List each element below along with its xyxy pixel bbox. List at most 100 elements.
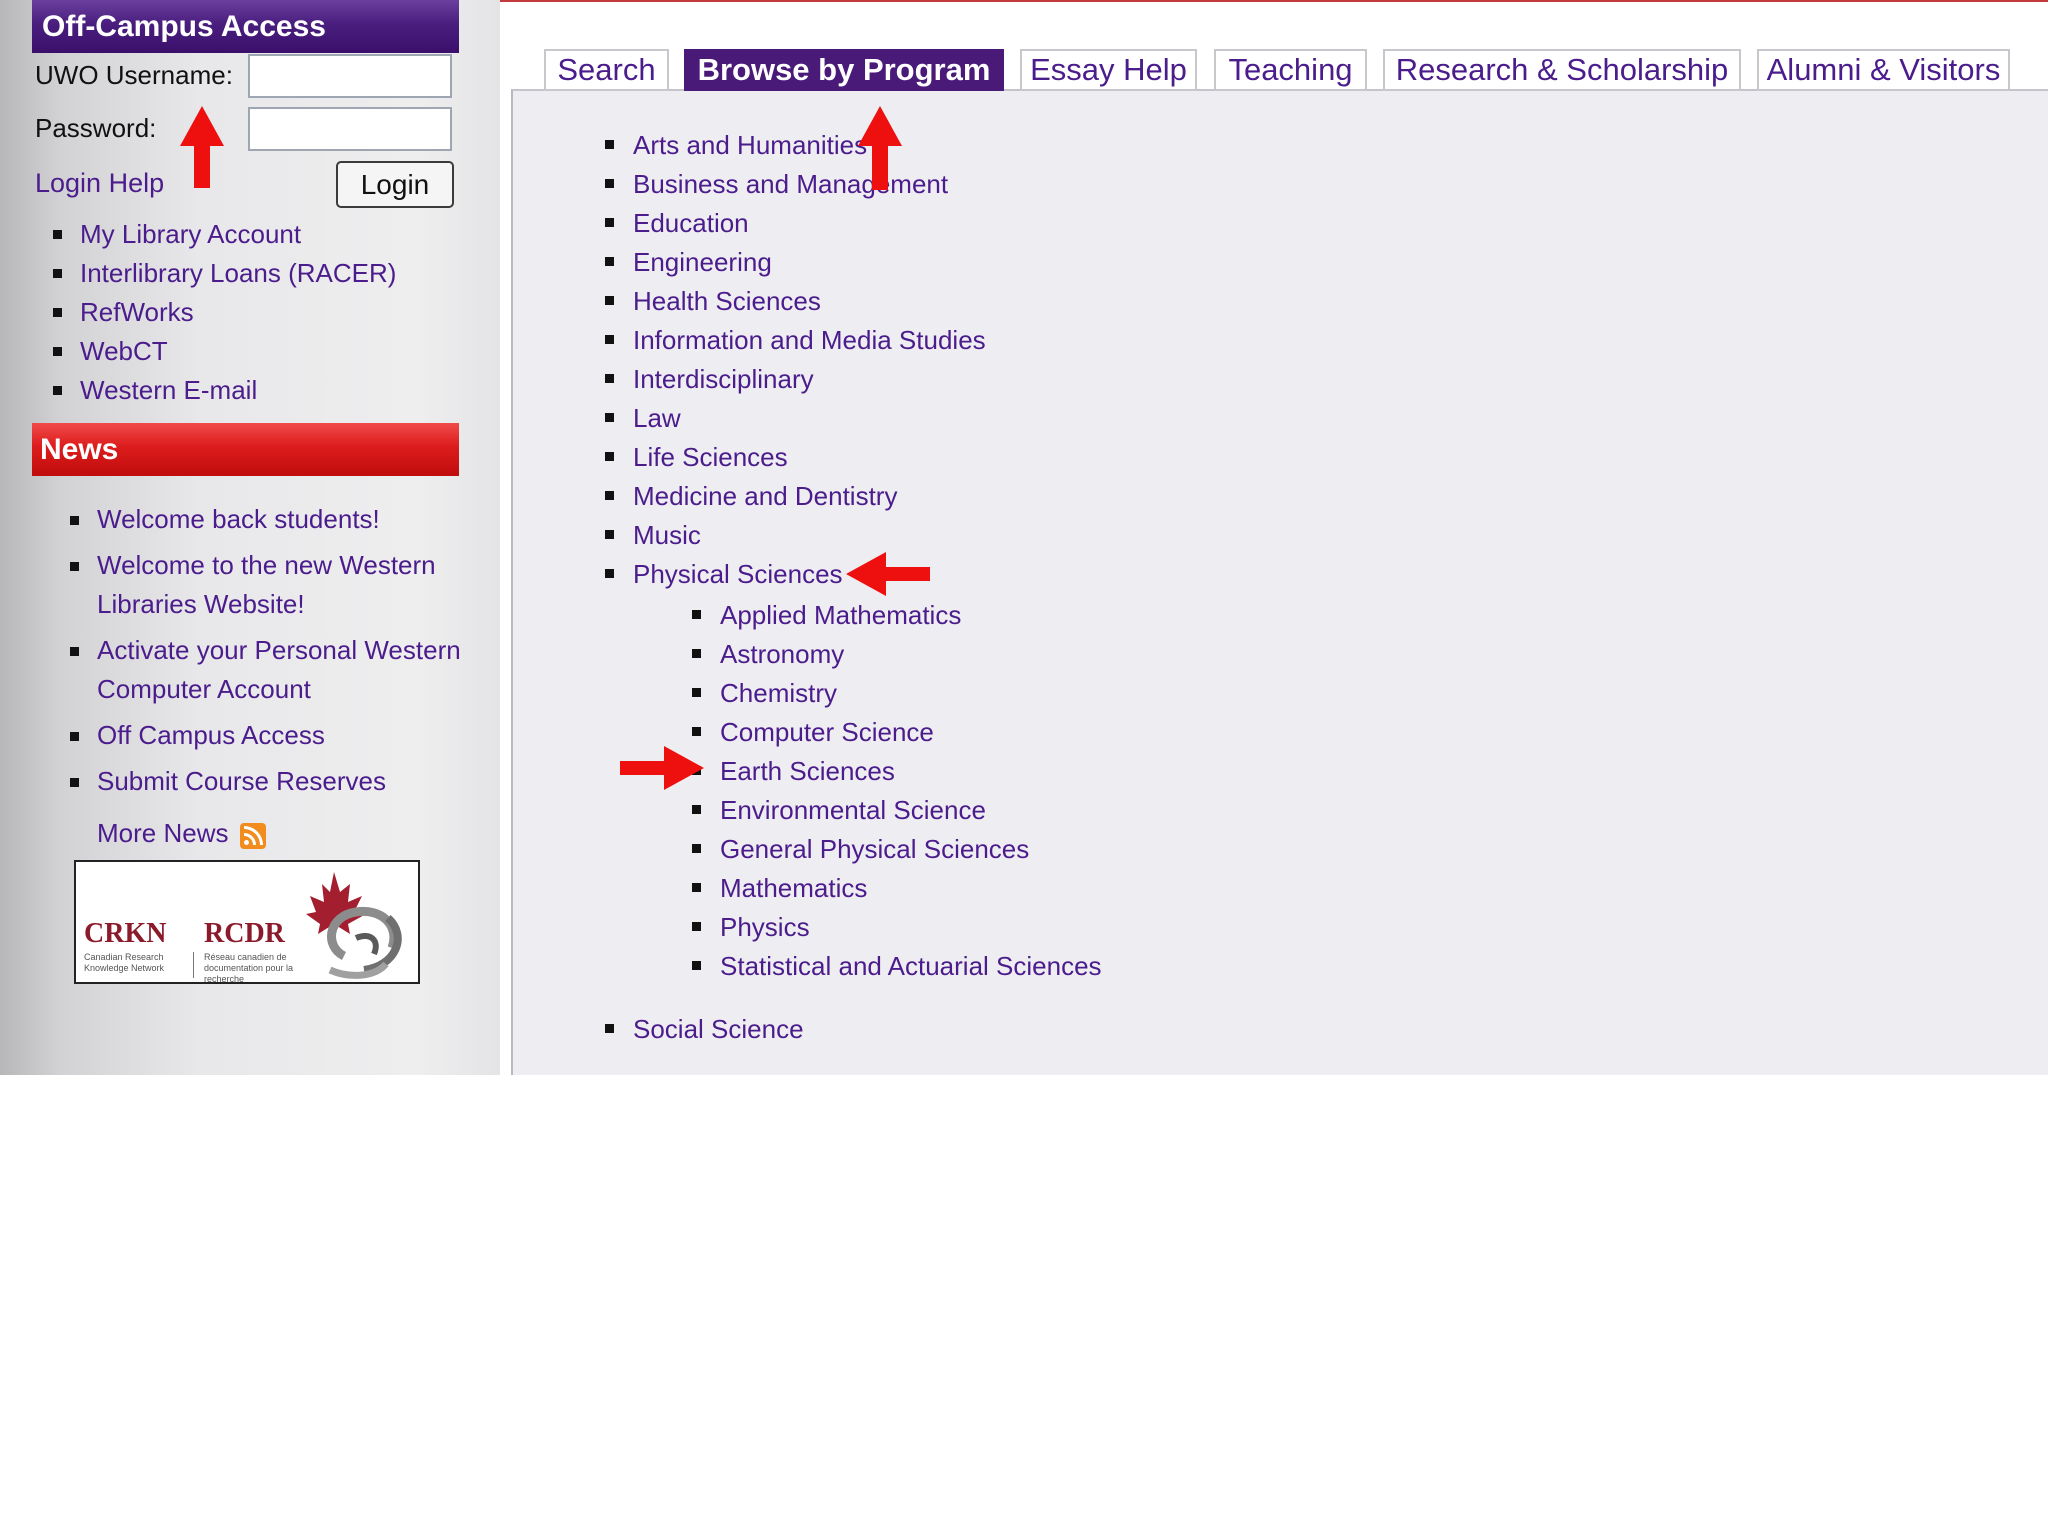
news-header: News [32, 423, 459, 476]
program-item[interactable]: Engineering [605, 244, 986, 283]
program-item[interactable]: Medicine and Dentistry [605, 478, 986, 517]
program-item[interactable]: Arts and Humanities [605, 127, 986, 166]
subprogram-link-general-physical-sciences[interactable]: General Physical Sciences [720, 834, 1029, 864]
program-list: Arts and Humanities Business and Managem… [605, 127, 986, 595]
subprogram-item[interactable]: Applied Mathematics [692, 597, 1102, 636]
tab-teaching[interactable]: Teaching [1214, 49, 1367, 91]
blank-page-area [0, 1075, 2048, 1536]
more-news-link[interactable]: More News [97, 818, 228, 849]
program-link-life-sciences[interactable]: Life Sciences [633, 442, 788, 472]
news-item[interactable]: Welcome back students! [70, 500, 467, 539]
program-link-music[interactable]: Music [633, 520, 701, 550]
subprogram-item[interactable]: Mathematics [692, 870, 1102, 909]
subprogram-link-statistical-actuarial-sciences[interactable]: Statistical and Actuarial Sciences [720, 951, 1102, 981]
account-links-list: My Library Account Interlibrary Loans (R… [52, 216, 396, 411]
annotation-arrow-up-icon [180, 106, 224, 188]
program-link-physical-sciences[interactable]: Physical Sciences [633, 559, 843, 589]
annotation-arrow-right-icon [620, 746, 704, 790]
program-link-arts-humanities[interactable]: Arts and Humanities [633, 130, 867, 160]
program-item[interactable]: Physical Sciences [605, 556, 986, 595]
news-list: Welcome back students! Welcome to the ne… [70, 500, 467, 808]
program-link-health-sciences[interactable]: Health Sciences [633, 286, 821, 316]
program-item[interactable]: Life Sciences [605, 439, 986, 478]
account-link-item[interactable]: WebCT [52, 333, 396, 372]
program-item[interactable]: Education [605, 205, 986, 244]
news-link-off-campus-access[interactable]: Off Campus Access [97, 720, 325, 750]
program-item[interactable]: Interdisciplinary [605, 361, 986, 400]
tab-research-scholarship[interactable]: Research & Scholarship [1383, 49, 1741, 91]
subprogram-item[interactable]: Computer Science [692, 714, 1102, 753]
program-link-law[interactable]: Law [633, 403, 681, 433]
subprogram-link-environmental-science[interactable]: Environmental Science [720, 795, 986, 825]
tab-essay-help[interactable]: Essay Help [1020, 49, 1197, 91]
news-item[interactable]: Activate your Personal Western Computer … [70, 631, 467, 709]
annotation-arrow-up-icon [858, 106, 902, 190]
program-link-social-science[interactable]: Social Science [633, 1014, 804, 1044]
subprogram-link-astronomy[interactable]: Astronomy [720, 639, 844, 669]
program-list-continued: Social Science [605, 1011, 804, 1050]
rcdr-logo-subtitle: Réseau canadien de documentation pour la… [204, 952, 294, 984]
username-input[interactable] [248, 54, 452, 98]
news-item[interactable]: Submit Course Reserves [70, 762, 467, 801]
news-link-new-website[interactable]: Welcome to the new Western Libraries Web… [97, 550, 436, 619]
subprogram-item[interactable]: Statistical and Actuarial Sciences [692, 948, 1102, 987]
account-link-item[interactable]: Interlibrary Loans (RACER) [52, 255, 396, 294]
subprogram-item[interactable]: Physics [692, 909, 1102, 948]
subprogram-link-chemistry[interactable]: Chemistry [720, 678, 837, 708]
crkn-logo-text: CRKN [84, 918, 167, 949]
program-item[interactable]: Business and Management [605, 166, 986, 205]
subprogram-item[interactable]: Environmental Science [692, 792, 1102, 831]
top-accent-rule [500, 0, 2048, 2]
program-item[interactable]: Social Science [605, 1011, 804, 1050]
crkn-logo-subtitle: Canadian Research Knowledge Network [84, 952, 165, 973]
crkn-rcdr-logo[interactable]: CRKN Canadian Research Knowledge Network… [74, 860, 420, 984]
program-item[interactable]: Health Sciences [605, 283, 986, 322]
subprogram-item[interactable]: Astronomy [692, 636, 1102, 675]
password-label: Password: [35, 113, 157, 143]
tab-search[interactable]: Search [544, 49, 669, 91]
rss-feed-icon[interactable] [240, 823, 266, 849]
interlibrary-loans-link[interactable]: Interlibrary Loans (RACER) [80, 258, 396, 288]
physical-sciences-subprogram-list: Applied Mathematics Astronomy Chemistry … [692, 597, 1102, 987]
account-link-item[interactable]: My Library Account [52, 216, 396, 255]
news-item[interactable]: Off Campus Access [70, 716, 467, 755]
webct-link[interactable]: WebCT [80, 336, 168, 366]
program-link-information-media-studies[interactable]: Information and Media Studies [633, 325, 986, 355]
off-campus-access-header: Off-Campus Access [32, 0, 459, 53]
login-help-link[interactable]: Login Help [35, 168, 164, 199]
news-link-course-reserves[interactable]: Submit Course Reserves [97, 766, 386, 796]
western-email-link[interactable]: Western E-mail [80, 375, 257, 405]
maple-leaf-swirl-icon [306, 872, 402, 979]
tab-browse-by-program[interactable]: Browse by Program [684, 49, 1004, 91]
refworks-link[interactable]: RefWorks [80, 297, 194, 327]
program-item[interactable]: Law [605, 400, 986, 439]
news-link-activate-account[interactable]: Activate your Personal Western Computer … [97, 635, 461, 704]
tab-alumni-visitors[interactable]: Alumni & Visitors [1757, 49, 2010, 91]
login-button[interactable]: Login [336, 161, 454, 208]
program-item[interactable]: Information and Media Studies [605, 322, 986, 361]
subprogram-item[interactable]: General Physical Sciences [692, 831, 1102, 870]
program-link-interdisciplinary[interactable]: Interdisciplinary [633, 364, 814, 394]
subprogram-link-computer-science[interactable]: Computer Science [720, 717, 934, 747]
subprogram-link-mathematics[interactable]: Mathematics [720, 873, 867, 903]
news-item[interactable]: Welcome to the new Western Libraries Web… [70, 546, 467, 624]
news-link-welcome-back[interactable]: Welcome back students! [97, 504, 380, 534]
program-link-medicine-dentistry[interactable]: Medicine and Dentistry [633, 481, 897, 511]
subprogram-item[interactable]: Chemistry [692, 675, 1102, 714]
program-link-education[interactable]: Education [633, 208, 749, 238]
username-label: UWO Username: [35, 60, 233, 90]
annotation-arrow-left-icon [846, 552, 930, 596]
account-link-item[interactable]: Western E-mail [52, 372, 396, 411]
program-link-engineering[interactable]: Engineering [633, 247, 772, 277]
rcdr-logo-text: RCDR [204, 918, 285, 949]
left-sidebar: Off-Campus Access UWO Username: Password… [0, 0, 500, 1075]
subprogram-link-applied-mathematics[interactable]: Applied Mathematics [720, 600, 961, 630]
subprogram-link-earth-sciences[interactable]: Earth Sciences [720, 756, 895, 786]
program-item[interactable]: Music [605, 517, 986, 556]
my-library-account-link[interactable]: My Library Account [80, 219, 301, 249]
password-input[interactable] [248, 107, 452, 151]
subprogram-link-physics[interactable]: Physics [720, 912, 810, 942]
subprogram-item[interactable]: Earth Sciences [692, 753, 1102, 792]
account-link-item[interactable]: RefWorks [52, 294, 396, 333]
logo-divider [193, 952, 194, 978]
